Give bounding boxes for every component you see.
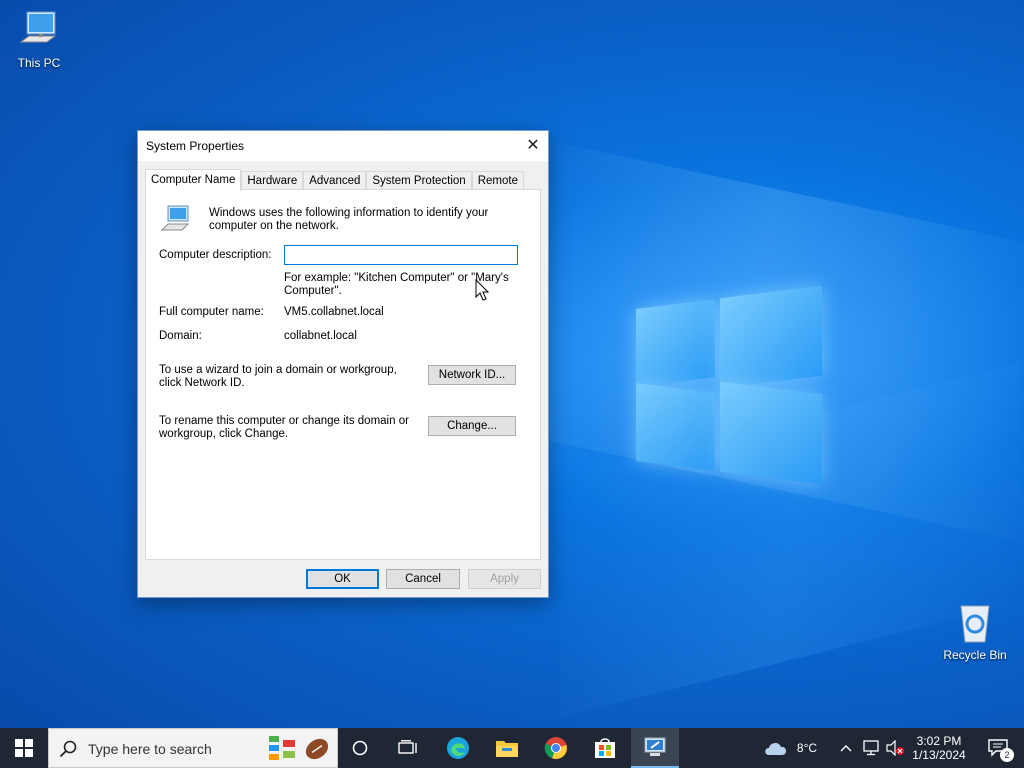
edge-taskbar-button[interactable] bbox=[438, 728, 478, 768]
dialog-title: System Properties bbox=[146, 139, 245, 153]
weather-temperature: 8°C bbox=[796, 741, 818, 755]
tab-hardware[interactable]: Hardware bbox=[241, 171, 304, 191]
system-properties-taskbar-button[interactable] bbox=[631, 728, 679, 768]
tab-advanced[interactable]: Advanced bbox=[303, 171, 367, 191]
computer-description-input[interactable] bbox=[284, 245, 518, 265]
description-label: Computer description: bbox=[159, 249, 272, 261]
clock[interactable]: 3:02 PM 1/13/2024 bbox=[908, 728, 970, 768]
desktop-icon-recycle-bin[interactable]: Recycle Bin bbox=[937, 600, 1013, 662]
computer-icon bbox=[17, 8, 61, 52]
ok-button[interactable]: OK bbox=[306, 569, 379, 589]
task-view-icon bbox=[398, 740, 417, 754]
volume-muted-icon bbox=[886, 740, 904, 756]
search-highlight-image bbox=[269, 736, 329, 760]
full-name-label: Full computer name: bbox=[159, 306, 264, 318]
taskbar: Type here to search 8°C 3:02 PM 1/13/202… bbox=[0, 728, 1024, 768]
cortana-button[interactable] bbox=[340, 728, 380, 768]
tab-strip: Computer Name Hardware Advanced System P… bbox=[145, 169, 524, 191]
taskbar-search-box[interactable]: Type here to search bbox=[48, 728, 338, 768]
edge-icon bbox=[447, 737, 469, 759]
system-properties-icon bbox=[644, 737, 666, 756]
tab-computer-name[interactable]: Computer Name bbox=[145, 169, 242, 191]
weather-widget[interactable]: 8°C bbox=[758, 728, 822, 768]
computer-name-panel: Windows uses the following information t… bbox=[145, 189, 541, 560]
close-icon[interactable]: ✕ bbox=[518, 131, 548, 161]
chrome-icon bbox=[544, 737, 567, 760]
network-tray-button[interactable] bbox=[860, 728, 882, 768]
cortana-circle-icon bbox=[352, 740, 368, 756]
apply-button[interactable]: Apply bbox=[468, 569, 541, 589]
file-explorer-icon bbox=[496, 741, 518, 757]
recycle-bin-icon bbox=[953, 600, 997, 644]
cloud-icon bbox=[765, 742, 786, 755]
task-view-button[interactable] bbox=[388, 728, 428, 768]
domain-value: collabnet.local bbox=[284, 330, 357, 342]
intro-text: Windows uses the following information t… bbox=[209, 207, 489, 232]
search-placeholder: Type here to search bbox=[88, 741, 212, 757]
store-taskbar-button[interactable] bbox=[585, 728, 625, 768]
clock-date: 1/13/2024 bbox=[912, 748, 966, 762]
desktop-icon-this-pc[interactable]: This PC bbox=[1, 8, 77, 70]
wizard-text: To use a wizard to join a domain or work… bbox=[159, 364, 397, 389]
network-id-button[interactable]: Network ID... bbox=[428, 365, 516, 385]
action-center-button[interactable]: 2 bbox=[978, 728, 1018, 768]
chrome-taskbar-button[interactable] bbox=[536, 728, 576, 768]
full-name-value: VM5.collabnet.local bbox=[284, 306, 384, 318]
start-button[interactable] bbox=[0, 728, 48, 768]
windows-start-icon bbox=[15, 739, 33, 757]
dialog-titlebar[interactable]: System Properties ✕ bbox=[138, 131, 548, 161]
desktop-icon-label: This PC bbox=[17, 56, 61, 70]
network-icon bbox=[863, 740, 879, 756]
search-icon bbox=[59, 740, 77, 758]
mouse-cursor-icon bbox=[475, 279, 489, 301]
notification-count-badge: 2 bbox=[1000, 748, 1014, 762]
windows-logo-wallpaper bbox=[636, 285, 822, 485]
system-properties-dialog: System Properties ✕ Computer Name Hardwa… bbox=[137, 130, 549, 598]
file-explorer-taskbar-button[interactable] bbox=[487, 728, 527, 768]
clock-time: 3:02 PM bbox=[916, 734, 962, 748]
domain-label: Domain: bbox=[159, 330, 202, 342]
chevron-up-icon bbox=[840, 745, 852, 752]
computer-icon bbox=[160, 204, 192, 234]
rename-text: To rename this computer or change its do… bbox=[159, 415, 409, 440]
tab-remote[interactable]: Remote bbox=[471, 171, 524, 191]
desktop-icon-label: Recycle Bin bbox=[943, 648, 1007, 662]
store-icon bbox=[595, 738, 615, 758]
cancel-button[interactable]: Cancel bbox=[386, 569, 460, 589]
change-button[interactable]: Change... bbox=[428, 416, 516, 436]
show-hidden-icons-button[interactable] bbox=[836, 728, 856, 768]
tab-system-protection[interactable]: System Protection bbox=[366, 171, 472, 191]
volume-tray-button[interactable] bbox=[884, 728, 906, 768]
